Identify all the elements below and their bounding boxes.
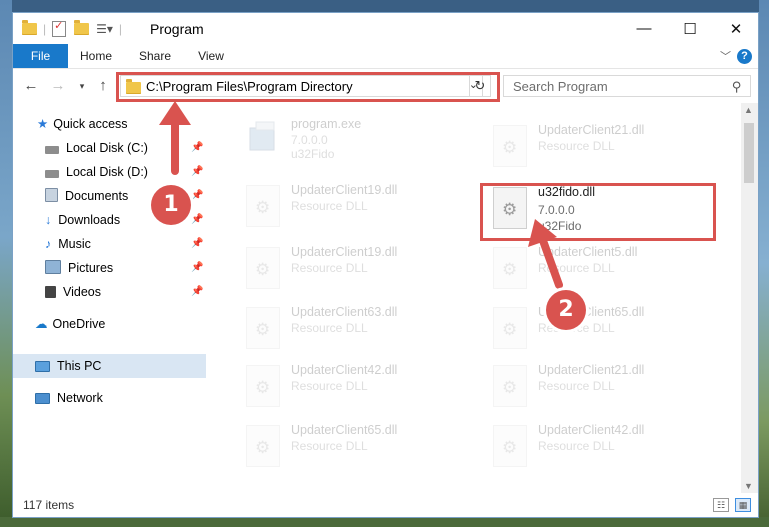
arrow-to-address-bar [159,101,191,175]
arrow-to-u32fido-file [528,219,563,289]
desktop-background-left [0,0,12,527]
desktop-background-bottom [0,517,769,527]
step-1-badge: 1 [151,185,191,225]
step-2-badge: 2 [546,290,586,330]
annotation-arrows [159,101,563,289]
desktop-background-right [759,0,769,527]
file-explorer-window: | ✓ ☰▾ | Program — ☐ ✕ File Home Share V… [12,12,759,518]
